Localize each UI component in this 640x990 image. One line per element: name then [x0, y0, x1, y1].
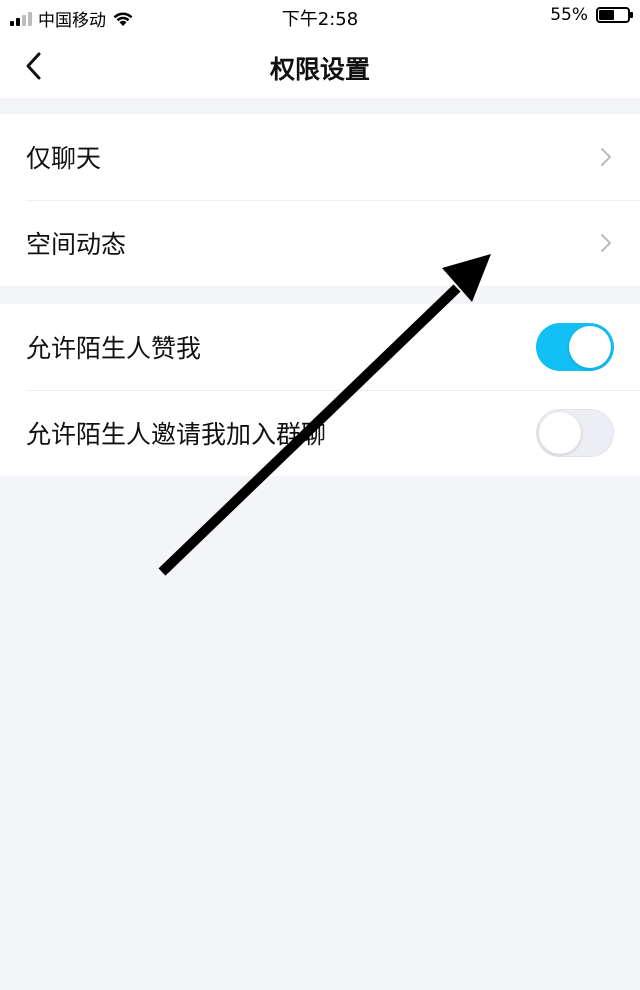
setting-row-chat-only[interactable]: 仅聊天: [0, 114, 640, 200]
nav-bar: 权限设置: [0, 34, 640, 98]
chevron-right-icon: [601, 148, 611, 166]
setting-label: 允许陌生人赞我: [26, 334, 202, 363]
status-right: 55%: [550, 5, 633, 25]
status-time: 下午2:58: [281, 9, 359, 30]
chevron-right-icon: [601, 234, 611, 252]
toggle-knob: [569, 326, 611, 368]
setting-row-allow-stranger-group-invite: 允许陌生人邀请我加入群聊: [0, 390, 640, 476]
status-bar: 中国移动 下午2:58 55%: [0, 0, 640, 34]
battery-icon: [596, 7, 633, 23]
settings-group-strangers: 允许陌生人赞我 允许陌生人邀请我加入群聊: [0, 304, 640, 476]
allow-stranger-group-invite-toggle[interactable]: [536, 409, 614, 457]
toggle-knob: [539, 412, 581, 454]
page-title: 权限设置: [269, 55, 370, 84]
setting-label: 空间动态: [26, 230, 127, 259]
setting-row-allow-stranger-likes: 允许陌生人赞我: [0, 304, 640, 390]
allow-stranger-likes-toggle[interactable]: [536, 323, 614, 371]
setting-row-space-feed[interactable]: 空间动态: [0, 200, 640, 286]
setting-label: 允许陌生人邀请我加入群聊: [26, 420, 327, 449]
battery-fill: [599, 10, 614, 20]
battery-percent: 55%: [550, 5, 588, 25]
settings-group-visibility: 仅聊天 空间动态: [0, 114, 640, 286]
setting-label: 仅聊天: [26, 144, 102, 173]
